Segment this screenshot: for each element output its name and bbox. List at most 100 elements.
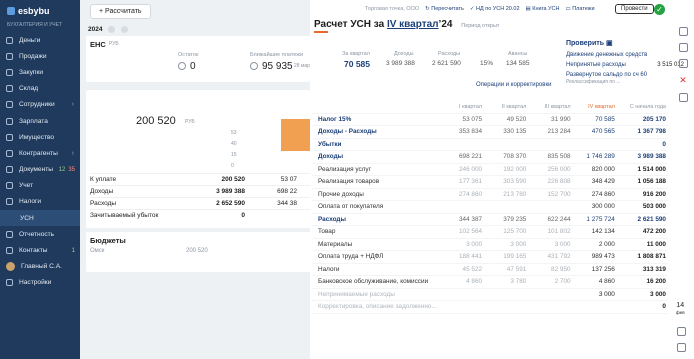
row-cell: 330 135 xyxy=(503,128,527,136)
row-cell: 142 134 xyxy=(591,228,615,236)
table-row[interactable]: Оплата от покупателя 300 000 503 000 xyxy=(312,201,668,214)
sidebar-item[interactable]: Деньги xyxy=(0,32,80,48)
check-item[interactable]: Развернутое сальдо по сч 60 xyxy=(560,72,690,78)
sidebar-item-label: Контакты xyxy=(19,247,48,255)
row-cell: 916 200 xyxy=(642,190,666,198)
sidebar-item-label: Настройки xyxy=(19,279,52,287)
balance-icon xyxy=(178,62,186,70)
table-row[interactable]: Оплата труда + НДФЛ 188 441 199 165 431 792… xyxy=(312,251,668,264)
sidebar-item[interactable]: Склад xyxy=(0,81,80,97)
ens-card[interactable]: ЕНС РУБ Остаток 0 Ближайшие платежи 95 9… xyxy=(86,36,310,82)
check-item-label: Развернутое сальдо по сч 60 xyxy=(566,72,648,78)
check-item[interactable]: Движение денежных средств xyxy=(560,52,690,58)
sidebar-item[interactable]: Продажи xyxy=(0,48,80,64)
usn-row-label: Доходы xyxy=(90,188,114,195)
usn-card[interactable]: 200 520 РУБ 53 40 15 0 К уплате 200 520 53… xyxy=(86,90,310,228)
calculate-button[interactable]: + Рассчитать xyxy=(90,3,151,19)
table-row[interactable]: Банковское обслуживание, комиссии 4 860 3 … xyxy=(312,276,668,289)
title-prefix: Расчет УСН за xyxy=(314,18,387,30)
row-cell: 0 xyxy=(662,303,666,311)
table-row[interactable]: Прочие доходы 274 860 213 780 152 700 274 86… xyxy=(312,189,668,201)
usn-currency: РУБ xyxy=(185,119,195,125)
table-row[interactable]: Непринимаемые расходы 3 000 3 000 xyxy=(312,289,668,301)
income-label: Доходы xyxy=(394,51,414,57)
sidebar-item[interactable]: Учет xyxy=(0,178,80,194)
sidebar-item[interactable]: Настройки xyxy=(0,275,80,291)
column-header: С начала года xyxy=(629,103,666,110)
phone-icon[interactable] xyxy=(677,327,686,336)
row-label: Реализация товаров xyxy=(318,178,380,186)
table-row[interactable]: Реализация услуг 246 000 192 000 256 000 820… xyxy=(312,164,668,176)
sidebar-item[interactable]: Контакты 1 xyxy=(0,242,80,258)
row-cell: 11 000 xyxy=(646,240,666,248)
check-icon[interactable]: ✓ xyxy=(654,4,665,15)
trade-point-link[interactable]: Торговая точка, ООО xyxy=(365,6,419,12)
period-selector[interactable]: IV квартал xyxy=(387,19,439,30)
logo[interactable]: esbybu xyxy=(0,0,80,22)
budget-card[interactable]: Бюджеты Омск 200 520 xyxy=(86,232,310,272)
sidebar-item[interactable]: Налоги xyxy=(0,194,80,210)
table-row[interactable]: Расходы 344 387 379 235 622 244 1 275 724 2 6… xyxy=(312,214,668,226)
table-row[interactable]: Доходы 698 221 708 370 835 508 1 746 289 3 98… xyxy=(312,151,668,164)
table-row[interactable]: Убытки 0 xyxy=(312,139,668,151)
table-row[interactable]: Реализация товаров 177 361 303 590 226 808 3… xyxy=(312,176,668,189)
table-row[interactable]: Корректировка, описание задолженно... 0 xyxy=(312,301,668,314)
check-item-label: Непринятые расходы xyxy=(566,62,626,68)
main-area: + Рассчитать 2024 ЕНС РУБ Остаток 0 Ближ… xyxy=(80,0,310,359)
budget-title: Бюджеты xyxy=(90,236,126,245)
balance-label: Остаток xyxy=(178,52,199,58)
table-row[interactable]: Товар 102 564 125 700 101 802 142 134 472 200 xyxy=(312,226,668,239)
sidebar-item-label: Деньги xyxy=(19,36,41,44)
sidebar-item[interactable]: Главный С.А. xyxy=(0,259,80,275)
row-cell: 53 075 xyxy=(462,115,483,123)
printer-icon[interactable] xyxy=(678,43,688,52)
panel-title: Расчет УСН за IV квартал’24 Период откры… xyxy=(310,17,610,31)
book-link[interactable]: ▤ Книга УСН xyxy=(526,6,560,12)
usn-row-value: 0 xyxy=(241,212,245,219)
sidebar-item[interactable]: УСН xyxy=(0,210,80,227)
row-cell: 246 000 xyxy=(458,165,483,173)
sidebar-item[interactable]: Контрагенты › xyxy=(0,145,80,161)
table-row[interactable]: Налог 15% 53 075 49 520 31 990 70 585 205 170 xyxy=(312,114,668,126)
list-icon[interactable] xyxy=(678,27,688,36)
sidebar-item[interactable]: Отчетность xyxy=(0,226,80,242)
table-row[interactable]: Налоги 45 522 47 591 82 950 137 256 313 319 xyxy=(312,264,668,276)
sidebar-item[interactable]: Закупки xyxy=(0,64,80,80)
operations-link[interactable]: Операции и корректировки xyxy=(476,82,551,88)
recalc-link[interactable]: ↻ Пересчитать xyxy=(425,6,464,12)
calendar-day[interactable]: 14 xyxy=(676,302,685,309)
row-cell: 835 508 xyxy=(547,153,571,161)
payments-link[interactable]: ▭ Платежи xyxy=(565,6,594,12)
next-year-icon[interactable] xyxy=(121,25,129,33)
sidebar-item[interactable]: Имущество xyxy=(0,129,80,145)
chat-icon[interactable] xyxy=(677,343,686,352)
menu-icon[interactable] xyxy=(678,93,688,102)
sidebar-item[interactable]: Сотрудники › xyxy=(0,97,80,113)
row-cell: 300 000 xyxy=(591,203,615,211)
sidebar-item[interactable]: Зарплата xyxy=(0,113,80,129)
check-more-link[interactable]: Реклассификация по ... xyxy=(560,79,690,85)
check-item[interactable]: Непринятые расходы 3 515 012 xyxy=(560,62,690,68)
row-cell: 45 522 xyxy=(462,265,483,273)
row-cell: 102 564 xyxy=(458,228,483,236)
row-cell: 1 514 000 xyxy=(637,165,666,173)
sidebar-item-label: Контрагенты xyxy=(19,149,58,157)
row-cell: 698 221 xyxy=(458,153,483,161)
nav-icon xyxy=(6,36,13,44)
prev-year-icon[interactable] xyxy=(108,25,116,33)
post-button[interactable]: Провести xyxy=(615,4,654,14)
tax-rate: 15% xyxy=(480,60,494,67)
table-row[interactable]: Доходы - Расходы 353 834 330 135 213 284 470… xyxy=(312,126,668,139)
row-cell: 49 520 xyxy=(506,115,527,123)
recalc-label: Пересчитать xyxy=(431,6,464,12)
table-row[interactable]: Материалы 3 000 3 000 3 000 2 000 11 000 xyxy=(312,239,668,251)
row-cell: 1 808 871 xyxy=(637,253,666,261)
link-icon[interactable] xyxy=(678,59,688,68)
usn-summary-row: Зачитываемый убыток 0 xyxy=(90,209,310,221)
close-icon[interactable]: ✕ xyxy=(672,75,694,86)
chart-tick: 40 xyxy=(231,141,237,147)
nd-link[interactable]: ✓ НД по УСН 20.02 xyxy=(470,6,520,12)
row-cell: 213 780 xyxy=(503,190,527,198)
right-toolbar: ✕ 14 фев xyxy=(672,20,694,359)
sidebar-item[interactable]: Документы 12 35 xyxy=(0,162,80,178)
